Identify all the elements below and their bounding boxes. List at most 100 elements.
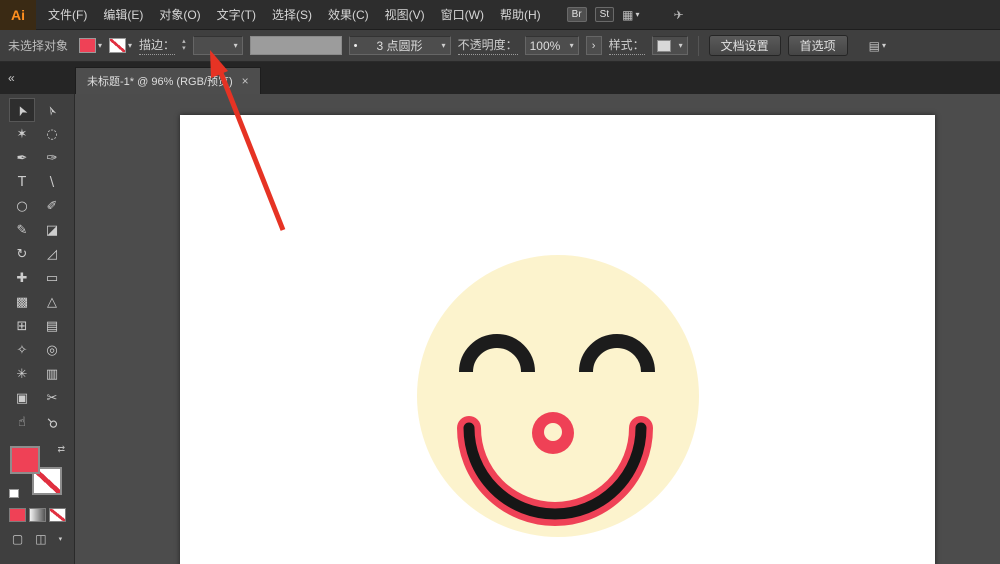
brush-definition-combo[interactable]: • 3 点圆形 ▾ <box>348 36 451 55</box>
face-shape[interactable] <box>417 255 699 537</box>
style-preview-swatch <box>656 39 671 52</box>
chevron-down-icon: ▾ <box>128 41 133 50</box>
app-logo: Ai <box>0 0 36 30</box>
opacity-combo[interactable]: 100% ▾ <box>524 36 579 55</box>
draw-mode-icon[interactable]: ▢ <box>12 532 23 546</box>
fill-proxy-swatch[interactable] <box>10 446 40 474</box>
swap-fill-stroke-icon[interactable]: ⇄ <box>57 444 65 455</box>
width-tool-icon: ✚ <box>16 270 28 286</box>
selection-tool[interactable]: ➤ <box>9 98 35 122</box>
tool-grid: ➤ ➢ ✶ ◌ ✒ ✑ T \ ○ ✐ ✎ ◪ ↻ ◿ ✚ ▭ ▩ △ ⊞ ▤ … <box>0 98 74 434</box>
illustrator-app: { "app": { "logo": "Ai" }, "icons": { "c… <box>0 0 1000 564</box>
shape-builder-tool-icon: ▩ <box>15 294 29 310</box>
menu-item[interactable]: 对象(O) <box>151 0 208 30</box>
style-panel-link[interactable]: 样式： <box>608 36 645 55</box>
document-setup-button[interactable]: 文档设置 <box>708 35 781 56</box>
bridge-button[interactable]: Br <box>566 7 587 22</box>
perspective-grid-tool[interactable]: △ <box>39 290 65 314</box>
gradient-tool[interactable]: ▤ <box>39 314 65 338</box>
color-mode-button[interactable] <box>8 508 26 522</box>
share-button[interactable]: ✈ <box>673 8 683 22</box>
artboard-tool[interactable]: ▣ <box>9 386 35 410</box>
stroke-color-control[interactable]: ▾ <box>109 38 132 53</box>
symbol-sprayer-tool[interactable]: ✳ <box>9 362 35 386</box>
hand-tool[interactable]: ☝ <box>9 410 35 434</box>
fill-color-swatch[interactable] <box>79 38 97 53</box>
paintbrush-tool[interactable]: ✐ <box>39 194 65 218</box>
lasso-tool[interactable]: ◌ <box>39 122 65 146</box>
opacity-panel-link[interactable]: 不透明度： <box>457 36 518 55</box>
eraser-tool[interactable]: ◪ <box>39 218 65 242</box>
chevron-down-icon: ▾ <box>635 10 640 19</box>
menu-bar: Ai 文件(F) 编辑(E) 对象(O) 文字(T) 选择(S) 效果(C) 视… <box>0 0 1000 30</box>
opacity-more-button[interactable]: › <box>585 36 602 55</box>
direct-selection-tool[interactable]: ➢ <box>39 98 65 122</box>
control-bar: 未选择对象 ▾ ▾ 描边： ▴ ▾ ▾ • 3 点圆形 ▾ 不透明度： 100%… <box>0 30 1000 62</box>
share-icon: ✈ <box>673 7 684 22</box>
shape-builder-tool[interactable]: ▩ <box>9 290 35 314</box>
pen-tool[interactable]: ✒ <box>9 146 35 170</box>
fill-color-control[interactable]: ▾ <box>79 38 102 53</box>
control-panel-menu[interactable]: ▤ ▾ <box>869 39 886 53</box>
curvature-tool[interactable]: ✑ <box>39 146 65 170</box>
menu-item[interactable]: 窗口(W) <box>433 0 492 30</box>
collapse-toolbar-icon[interactable]: « <box>8 71 15 85</box>
canvas-area[interactable] <box>75 94 1000 564</box>
brush-definition-value: 3 点圆形 <box>376 39 423 53</box>
stock-button[interactable]: St <box>594 7 615 22</box>
type-tool[interactable]: T <box>9 170 35 194</box>
gradient-mode-button[interactable] <box>28 508 46 522</box>
default-fill-stroke-icon[interactable] <box>9 489 19 498</box>
paintbrush-tool-icon: ✐ <box>46 198 58 214</box>
stroke-color-swatch[interactable] <box>109 38 127 53</box>
stroke-width-stepper[interactable]: ▴ ▾ <box>182 38 186 52</box>
stepper-down-icon[interactable]: ▾ <box>182 45 186 52</box>
menu-item[interactable]: 效果(C) <box>320 0 377 30</box>
menu-item[interactable]: 文字(T) <box>209 0 264 30</box>
free-transform-tool[interactable]: ▭ <box>39 266 65 290</box>
stroke-panel-link[interactable]: 描边： <box>139 36 176 55</box>
gradient-tool-icon: ▤ <box>45 318 59 334</box>
ellipse-tool-icon: ○ <box>16 198 28 214</box>
document-tab[interactable]: 未标题-1* @ 96% (RGB/预览) × <box>75 67 261 94</box>
nose-inner-shape[interactable] <box>544 423 562 441</box>
eyedropper-tool[interactable]: ✧ <box>9 338 35 362</box>
column-graph-tool[interactable]: ▥ <box>39 362 65 386</box>
magic-wand-tool[interactable]: ✶ <box>9 122 35 146</box>
direct-selection-tool-icon: ➢ <box>42 101 62 119</box>
zoom-tool[interactable]: ⚲ <box>39 410 65 434</box>
pencil-tool[interactable]: ✎ <box>9 218 35 242</box>
pencil-tool-icon: ✎ <box>16 222 28 238</box>
style-combo[interactable]: ▾ <box>651 36 688 55</box>
stroke-width-combo[interactable]: ▾ <box>192 36 243 55</box>
none-mode-button[interactable] <box>48 508 66 522</box>
artboard-tool-icon: ▣ <box>15 390 29 406</box>
selection-status: 未选择对象 <box>8 39 69 53</box>
menu-item[interactable]: 选择(S) <box>264 0 320 30</box>
close-icon[interactable]: × <box>242 74 249 88</box>
workspace-switcher[interactable]: ▦ ▾ <box>622 8 639 22</box>
panel-icon: ▤ <box>868 38 880 53</box>
artboard[interactable] <box>180 115 935 564</box>
menu-item[interactable]: 文件(F) <box>40 0 95 30</box>
divider <box>697 35 699 56</box>
tab-bar: « 未标题-1* @ 96% (RGB/预览) × <box>0 62 1000 94</box>
smiley-artwork[interactable] <box>180 115 935 564</box>
width-tool[interactable]: ✚ <box>9 266 35 290</box>
menu-item[interactable]: 视图(V) <box>377 0 433 30</box>
workspace-icon: ▦ <box>622 7 634 22</box>
chevron-down-icon: ▾ <box>98 41 103 50</box>
document-tab-title: 未标题-1* @ 96% (RGB/预览) <box>87 76 233 88</box>
mesh-tool[interactable]: ⊞ <box>9 314 35 338</box>
scale-tool[interactable]: ◿ <box>39 242 65 266</box>
ellipse-tool[interactable]: ○ <box>9 194 35 218</box>
preferences-button[interactable]: 首选项 <box>787 35 848 56</box>
line-tool[interactable]: \ <box>39 170 65 194</box>
screen-mode-icon[interactable]: ◫ <box>35 532 46 546</box>
menu-item[interactable]: 编辑(E) <box>95 0 151 30</box>
slice-tool[interactable]: ✂ <box>39 386 65 410</box>
blend-tool[interactable]: ◎ <box>39 338 65 362</box>
rotate-tool[interactable]: ↻ <box>9 242 35 266</box>
menu-item[interactable]: 帮助(H) <box>492 0 549 30</box>
paint-mode-buttons <box>0 508 74 522</box>
